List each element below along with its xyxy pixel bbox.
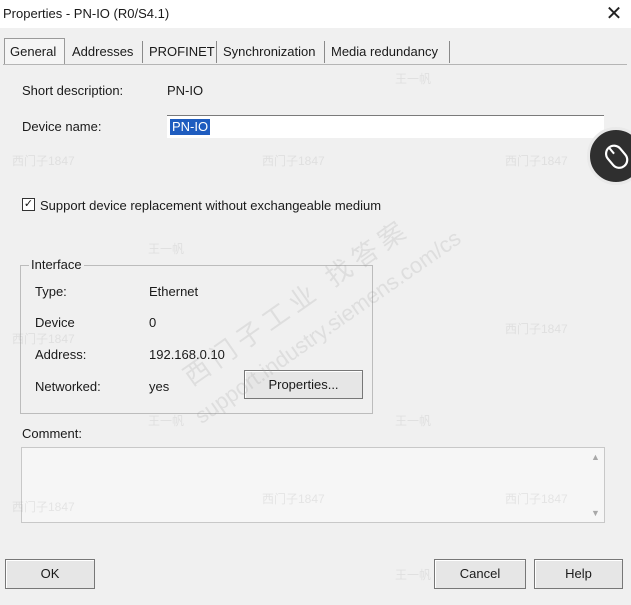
device-name-field[interactable]: PN-IO bbox=[167, 115, 604, 138]
short-description-label: Short description: bbox=[22, 83, 124, 98]
tab-synchronization[interactable]: Synchronization bbox=[218, 41, 325, 63]
device-label: Device bbox=[35, 315, 75, 330]
tab-profinet[interactable]: PROFINET bbox=[144, 41, 217, 63]
device-name-value: PN-IO bbox=[170, 119, 211, 135]
networked-label: Networked: bbox=[35, 379, 101, 394]
comment-label: Comment: bbox=[22, 426, 82, 441]
window-title: Properties - PN-IO (R0/S4.1) bbox=[3, 6, 170, 21]
type-value: Ethernet bbox=[149, 284, 199, 299]
dialog-client: General Addresses PROFINET Synchronizati… bbox=[0, 28, 631, 605]
close-icon[interactable]: ✕ bbox=[603, 3, 625, 25]
tab-general[interactable]: General bbox=[4, 38, 65, 65]
device-value: 0 bbox=[149, 315, 157, 330]
address-label: Address: bbox=[35, 347, 87, 362]
tab-addresses[interactable]: Addresses bbox=[67, 41, 143, 63]
interface-group-title: Interface bbox=[29, 257, 84, 272]
interface-group: Interface Type: Ethernet Device 0 Addres… bbox=[20, 257, 373, 414]
mouse-icon bbox=[604, 144, 629, 169]
comment-scrollbar[interactable]: ▲ ▼ bbox=[587, 448, 604, 522]
short-description-value: PN-IO bbox=[167, 83, 204, 98]
type-label: Type: bbox=[35, 284, 67, 299]
networked-value: yes bbox=[149, 379, 170, 394]
title-bar: Properties - PN-IO (R0/S4.1) ✕ bbox=[0, 0, 631, 28]
address-value: 192.168.0.10 bbox=[149, 347, 225, 362]
tab-media-redundancy[interactable]: Media redundancy bbox=[326, 41, 450, 63]
cancel-button[interactable]: Cancel bbox=[434, 559, 526, 589]
scroll-down-icon[interactable]: ▼ bbox=[591, 508, 600, 518]
device-name-label: Device name: bbox=[22, 119, 102, 134]
scroll-up-icon[interactable]: ▲ bbox=[591, 452, 600, 462]
interface-properties-button[interactable]: Properties... bbox=[244, 370, 363, 399]
support-replacement-checkbox[interactable]: ✓ bbox=[22, 198, 35, 211]
ok-button[interactable]: OK bbox=[5, 559, 95, 589]
help-button[interactable]: Help bbox=[534, 559, 623, 589]
comment-textarea[interactable]: ▲ ▼ bbox=[21, 447, 605, 523]
support-replacement-label[interactable]: Support device replacement without excha… bbox=[40, 198, 381, 213]
